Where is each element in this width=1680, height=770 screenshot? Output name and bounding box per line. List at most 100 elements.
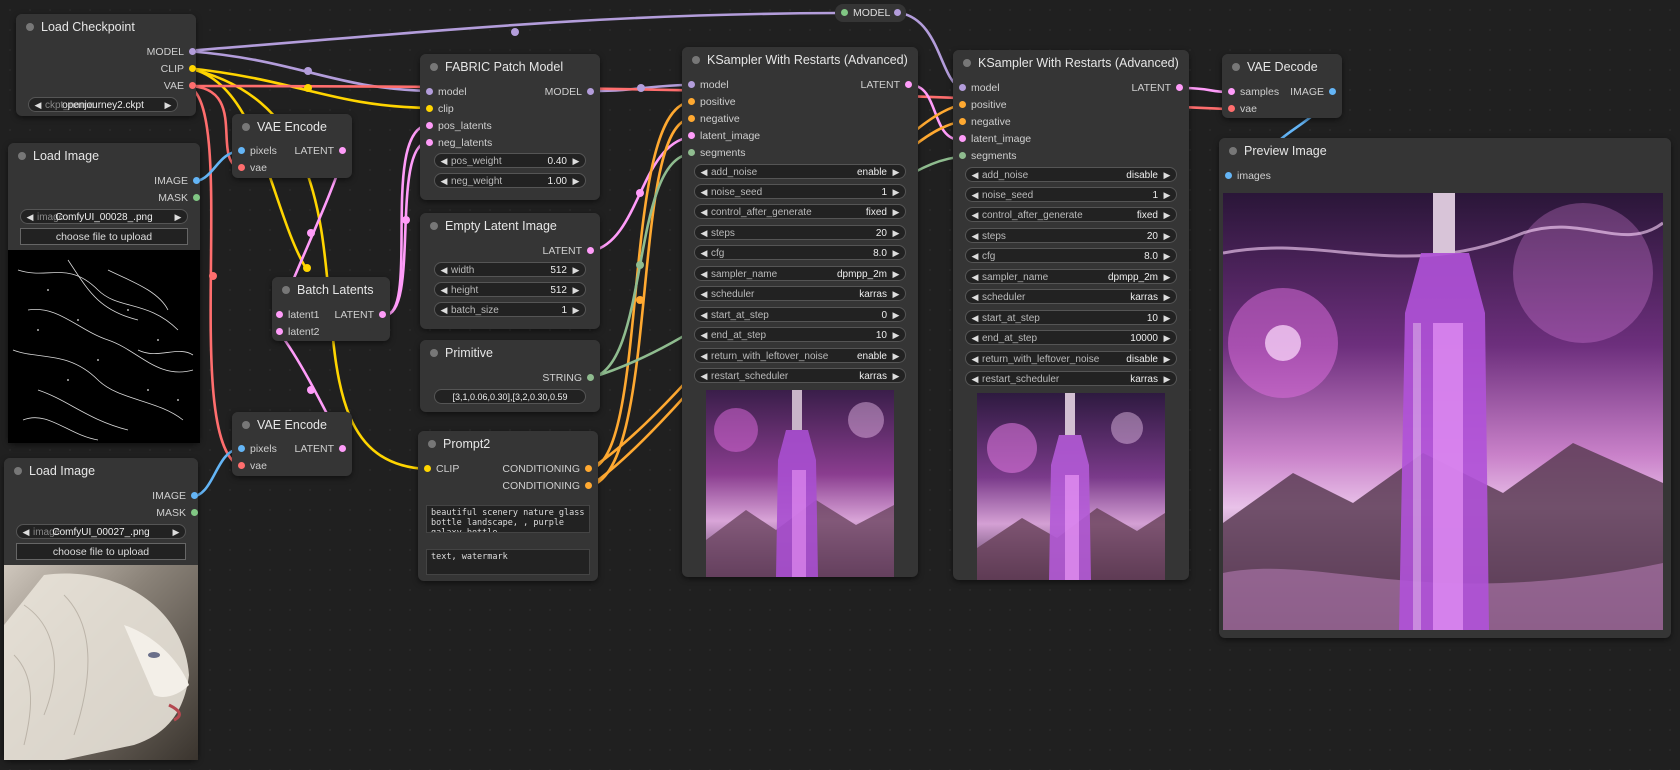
collapse-dot[interactable] bbox=[242, 123, 250, 131]
input-pos-latents[interactable]: pos_latents bbox=[426, 119, 492, 133]
neg-weight-widget[interactable]: ◀ neg_weight 1.00 ▶ bbox=[434, 173, 586, 188]
node-title[interactable]: Load Checkpoint bbox=[16, 14, 196, 40]
control-after-generate-widget[interactable]: ◀ control_after_generate fixed ▶ bbox=[694, 204, 906, 219]
cfg-widget[interactable]: ◀ cfg 8.0 ▶ bbox=[965, 248, 1177, 263]
batch-size-widget[interactable]: ◀ batch_size 1 ▶ bbox=[434, 302, 586, 317]
output-image[interactable]: IMAGE bbox=[154, 174, 200, 188]
steps-widget[interactable]: ◀ steps 20 ▶ bbox=[965, 228, 1177, 243]
input-model[interactable]: model bbox=[688, 78, 729, 92]
ksampler-node-2[interactable]: KSampler With Restarts (Advanced) model … bbox=[953, 50, 1189, 580]
reroute-output-dot[interactable] bbox=[894, 9, 902, 16]
sampler-name-widget[interactable]: ◀ sampler_name dpmpp_2m ▶ bbox=[694, 266, 906, 281]
upload-button[interactable]: choose file to upload bbox=[16, 543, 186, 560]
collapse-dot[interactable] bbox=[430, 63, 438, 71]
node-title[interactable]: Load Image bbox=[4, 458, 198, 484]
collapse-dot[interactable] bbox=[692, 56, 700, 64]
node-title[interactable]: Load Image bbox=[8, 143, 200, 169]
input-negative[interactable]: negative bbox=[959, 115, 1011, 129]
input-segments[interactable]: segments bbox=[959, 149, 1017, 163]
next-arrow-icon[interactable]: ▶ bbox=[162, 98, 174, 113]
load-image-node-2[interactable]: Load Image IMAGE MASK ◀ image ComfyUI_00… bbox=[4, 458, 198, 760]
next-arrow-icon[interactable]: ▶ bbox=[170, 525, 182, 540]
input-segments[interactable]: segments bbox=[688, 146, 746, 160]
return-with-leftover-noise-widget[interactable]: ◀ return_with_leftover_noise disable ▶ bbox=[965, 351, 1177, 366]
collapse-dot[interactable] bbox=[1229, 147, 1237, 155]
output-latent[interactable]: LATENT bbox=[543, 244, 594, 258]
output-model[interactable]: MODEL bbox=[147, 45, 196, 59]
restart-scheduler-widget[interactable]: ◀ restart_scheduler karras ▶ bbox=[694, 368, 906, 383]
output-image[interactable]: IMAGE bbox=[1290, 85, 1336, 99]
output-latent[interactable]: LATENT bbox=[861, 78, 912, 92]
input-clip[interactable]: clip bbox=[426, 102, 454, 116]
vae-encode-node-2[interactable]: VAE Encode pixels vae LATENT bbox=[232, 412, 352, 476]
input-vae[interactable]: vae bbox=[238, 459, 267, 473]
prompt2-node[interactable]: Prompt2 CLIP CONDITIONING CONDITIONING b… bbox=[418, 431, 598, 581]
node-title[interactable]: FABRIC Patch Model bbox=[420, 54, 600, 80]
input-vae[interactable]: vae bbox=[1228, 102, 1257, 116]
node-title[interactable]: Prompt2 bbox=[418, 431, 598, 457]
node-title[interactable]: KSampler With Restarts (Advanced) bbox=[953, 50, 1189, 76]
steps-widget[interactable]: ◀ steps 20 ▶ bbox=[694, 225, 906, 240]
prev-arrow-icon[interactable]: ◀ bbox=[20, 525, 32, 540]
add-noise-widget[interactable]: ◀ add_noise enable ▶ bbox=[694, 164, 906, 179]
input-negative[interactable]: negative bbox=[688, 112, 740, 126]
collapse-dot[interactable] bbox=[430, 222, 438, 230]
node-title[interactable]: Empty Latent Image bbox=[420, 213, 600, 239]
height-widget[interactable]: ◀ height 512 ▶ bbox=[434, 282, 586, 297]
negative-prompt-textarea[interactable]: text, watermark bbox=[426, 549, 590, 575]
cfg-widget[interactable]: ◀ cfg 8.0 ▶ bbox=[694, 245, 906, 260]
output-mask[interactable]: MASK bbox=[156, 506, 198, 520]
input-latent-image[interactable]: latent_image bbox=[688, 129, 760, 143]
vae-decode-node[interactable]: VAE Decode samples vae IMAGE bbox=[1222, 54, 1342, 118]
node-title[interactable]: Batch Latents bbox=[272, 277, 390, 303]
node-title[interactable]: VAE Decode bbox=[1222, 54, 1342, 80]
input-neg-latents[interactable]: neg_latents bbox=[426, 136, 492, 150]
load-image-node-1[interactable]: Load Image IMAGE MASK ◀ image ComfyUI_00… bbox=[8, 143, 200, 443]
output-clip[interactable]: CLIP bbox=[161, 62, 196, 76]
start-at-step-widget[interactable]: ◀ start_at_step 10 ▶ bbox=[965, 310, 1177, 325]
output-latent[interactable]: LATENT bbox=[295, 442, 346, 456]
image-combo[interactable]: ◀ image ComfyUI_00028_.png ▶ bbox=[20, 209, 188, 224]
input-images[interactable]: images bbox=[1225, 169, 1271, 183]
input-model[interactable]: model bbox=[959, 81, 1000, 95]
end-at-step-widget[interactable]: ◀ end_at_step 10 ▶ bbox=[694, 327, 906, 342]
start-at-step-widget[interactable]: ◀ start_at_step 0 ▶ bbox=[694, 307, 906, 322]
input-latent1[interactable]: latent1 bbox=[276, 308, 320, 322]
input-clip[interactable]: CLIP bbox=[424, 462, 459, 476]
output-string[interactable]: STRING bbox=[542, 371, 594, 385]
preview-image-node[interactable]: Preview Image images bbox=[1219, 138, 1671, 638]
fabric-patch-model-node[interactable]: FABRIC Patch Model model clip pos_latent… bbox=[420, 54, 600, 200]
ckpt-name-combo[interactable]: ◀ ckpt_name openjourney2.ckpt ▶ bbox=[28, 97, 178, 112]
node-title[interactable]: Primitive bbox=[420, 340, 600, 366]
return-with-leftover-noise-widget[interactable]: ◀ return_with_leftover_noise enable ▶ bbox=[694, 348, 906, 363]
vae-encode-node-1[interactable]: VAE Encode pixels vae LATENT bbox=[232, 114, 352, 178]
sampler-name-widget[interactable]: ◀ sampler_name dpmpp_2m ▶ bbox=[965, 269, 1177, 284]
batch-latents-node[interactable]: Batch Latents latent1 latent2 LATENT bbox=[272, 277, 390, 341]
collapse-dot[interactable] bbox=[14, 467, 22, 475]
collapse-dot[interactable] bbox=[282, 286, 290, 294]
input-samples[interactable]: samples bbox=[1228, 85, 1279, 99]
ksampler-node-1[interactable]: KSampler With Restarts (Advanced) model … bbox=[682, 47, 918, 577]
node-title[interactable]: KSampler With Restarts (Advanced) bbox=[682, 47, 918, 73]
width-widget[interactable]: ◀ width 512 ▶ bbox=[434, 262, 586, 277]
control-after-generate-widget[interactable]: ◀ control_after_generate fixed ▶ bbox=[965, 207, 1177, 222]
input-latent-image[interactable]: latent_image bbox=[959, 132, 1031, 146]
load-checkpoint-node[interactable]: Load Checkpoint MODEL CLIP VAE ◀ ckpt_na… bbox=[16, 14, 196, 116]
prev-arrow-icon[interactable]: ◀ bbox=[24, 210, 36, 225]
model-reroute[interactable]: MODEL bbox=[835, 4, 907, 22]
collapse-dot[interactable] bbox=[963, 59, 971, 67]
output-latent[interactable]: LATENT bbox=[335, 308, 386, 322]
input-positive[interactable]: positive bbox=[959, 98, 1007, 112]
positive-prompt-textarea[interactable]: beautiful scenery nature glass bottle la… bbox=[426, 505, 590, 533]
input-latent2[interactable]: latent2 bbox=[276, 325, 320, 339]
empty-latent-image-node[interactable]: Empty Latent Image LATENT ◀ width 512 ▶ ◀ he… bbox=[420, 213, 600, 329]
input-pixels[interactable]: pixels bbox=[238, 144, 277, 158]
collapse-dot[interactable] bbox=[242, 421, 250, 429]
primitive-value-input[interactable]: [3,1,0.06,0.30],[3,2,0.30,0.59 bbox=[434, 389, 586, 404]
output-mask[interactable]: MASK bbox=[158, 191, 200, 205]
input-vae[interactable]: vae bbox=[238, 161, 267, 175]
restart-scheduler-widget[interactable]: ◀ restart_scheduler karras ▶ bbox=[965, 371, 1177, 386]
output-latent[interactable]: LATENT bbox=[295, 144, 346, 158]
output-latent[interactable]: LATENT bbox=[1132, 81, 1183, 95]
collapse-dot[interactable] bbox=[430, 349, 438, 357]
